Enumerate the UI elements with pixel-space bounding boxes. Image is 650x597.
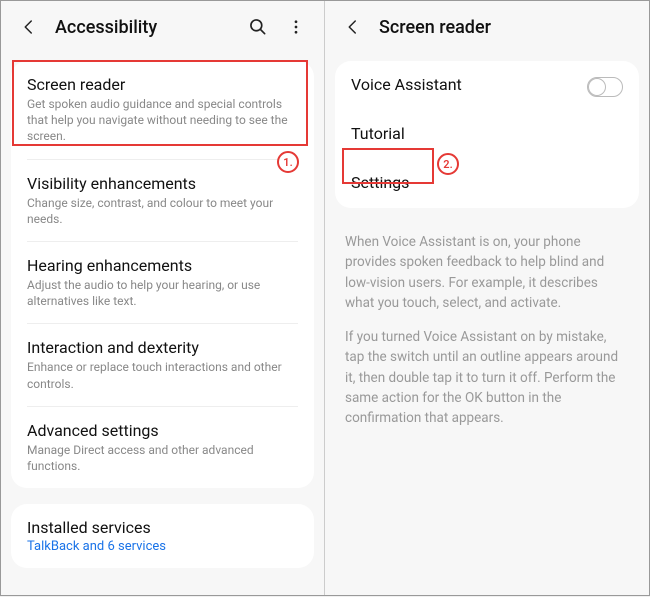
item-voice-assistant[interactable]: Voice Assistant [335, 61, 639, 110]
item-title: Advanced settings [27, 421, 298, 440]
installed-services-card: Installed services TalkBack and 6 servic… [11, 504, 314, 568]
item-advanced[interactable]: Advanced settings Manage Direct access a… [11, 407, 314, 488]
description-block: When Voice Assistant is on, your phone p… [325, 216, 649, 458]
header: Screen reader [325, 1, 649, 53]
item-interaction[interactable]: Interaction and dexterity Enhance or rep… [11, 324, 314, 405]
item-hearing[interactable]: Hearing enhancements Adjust the audio to… [11, 242, 314, 323]
item-title: Settings [351, 173, 623, 192]
description-text: When Voice Assistant is on, your phone p… [345, 232, 629, 313]
description-text: If you turned Voice Assistant on by mist… [345, 327, 629, 428]
voice-assistant-toggle[interactable] [587, 77, 623, 97]
item-subtitle: Manage Direct access and other advanced … [27, 442, 298, 474]
header: Accessibility [1, 1, 324, 53]
item-subtitle: Change size, contrast, and colour to mee… [27, 195, 298, 227]
page-title: Accessibility [55, 17, 232, 38]
item-title: Visibility enhancements [27, 174, 298, 193]
screen-reader-card: Voice Assistant Tutorial Settings [335, 61, 639, 208]
item-title: Tutorial [351, 124, 623, 143]
item-visibility[interactable]: Visibility enhancements Change size, con… [11, 160, 314, 241]
item-title: Hearing enhancements [27, 256, 298, 275]
item-subtitle: Get spoken audio guidance and special co… [27, 96, 298, 145]
item-title: Voice Assistant [351, 75, 579, 94]
installed-services-link[interactable]: TalkBack and 6 services [27, 539, 298, 554]
item-installed-services[interactable]: Installed services TalkBack and 6 servic… [11, 504, 314, 568]
item-screen-reader[interactable]: Screen reader Get spoken audio guidance … [11, 61, 314, 159]
item-subtitle: Adjust the audio to help your hearing, o… [27, 277, 298, 309]
item-tutorial[interactable]: Tutorial [335, 110, 639, 159]
screen-reader-screen: Screen reader Voice Assistant Tutorial S… [325, 1, 649, 595]
item-title: Interaction and dexterity [27, 338, 298, 357]
accessibility-screen: Accessibility Screen reader Get spoken a… [1, 1, 325, 595]
item-title: Screen reader [27, 75, 298, 94]
item-settings[interactable]: Settings [335, 159, 639, 208]
back-icon[interactable] [17, 15, 41, 39]
item-subtitle: Enhance or replace touch interactions an… [27, 359, 298, 391]
more-icon[interactable] [284, 15, 308, 39]
search-icon[interactable] [246, 15, 270, 39]
settings-card: Screen reader Get spoken audio guidance … [11, 61, 314, 488]
page-title: Screen reader [379, 17, 633, 38]
back-icon[interactable] [341, 15, 365, 39]
item-title: Installed services [27, 518, 298, 537]
